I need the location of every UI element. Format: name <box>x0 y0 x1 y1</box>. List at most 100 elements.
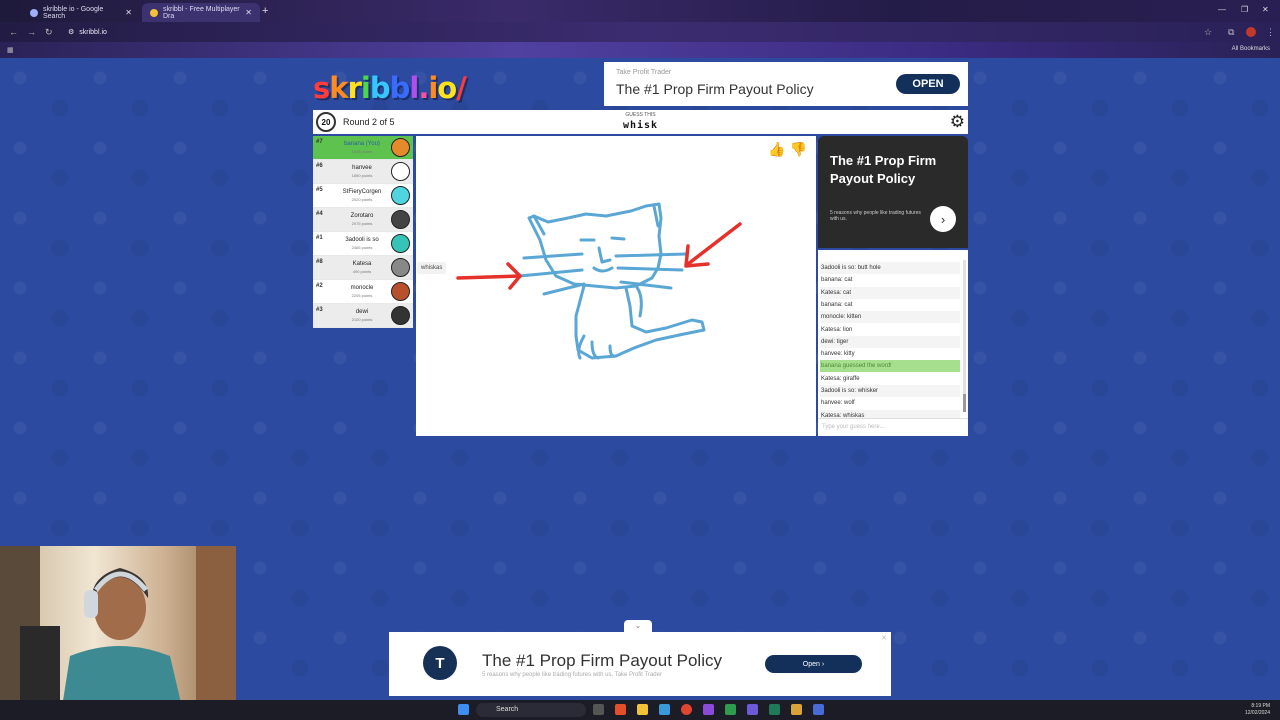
tab-skribbl[interactable]: skribbl - Free Multiplayer Dra ✕ <box>142 3 260 22</box>
player-points: 1650 points <box>351 173 373 178</box>
player-name: dewi <box>355 309 369 315</box>
player-avatar <box>391 162 410 181</box>
player-row[interactable]: #7 banana (You) 1635 points <box>313 136 413 160</box>
settings-gear-icon[interactable]: ⚙ <box>950 112 965 132</box>
bottom-ad-subtitle: 5 reasons why people like trading future… <box>482 672 662 678</box>
chat-scrollbar[interactable] <box>963 260 966 412</box>
player-name: StFieryCorgen <box>342 189 382 195</box>
forward-icon[interactable]: → <box>27 27 36 37</box>
close-window-icon[interactable]: ✕ <box>1262 5 1269 14</box>
player-points: 2020 points <box>351 197 373 202</box>
ad-headline: The #1 Prop Firm Payout Policy <box>616 81 814 97</box>
cat-drawing <box>456 202 742 360</box>
chat-input[interactable]: Type your guess here... <box>818 418 968 436</box>
url-field[interactable]: ⚙ skribbl.io <box>62 25 1202 39</box>
player-avatar <box>391 306 410 325</box>
skribbl-logo[interactable]: skribbl.io/ <box>313 71 467 105</box>
app-icon[interactable] <box>813 704 824 715</box>
site-info-icon[interactable]: ⚙ <box>68 28 74 36</box>
chat-message: banana: cat <box>821 277 853 284</box>
skribbl-icon <box>150 8 158 17</box>
side-advertisement[interactable]: The #1 Prop Firm Payout Policy 5 reasons… <box>818 136 968 248</box>
collapse-chevron-icon[interactable]: ⌄ <box>624 620 652 632</box>
player-row[interactable]: #5 StFieryCorgen 2020 points <box>313 184 413 208</box>
windows-start-icon[interactable] <box>458 704 469 715</box>
all-bookmarks[interactable]: All Bookmarks <box>1232 46 1270 52</box>
side-ad-title: The #1 Prop Firm Payout Policy <box>830 153 937 186</box>
player-row[interactable]: #6 hanvee 1650 points <box>313 160 413 184</box>
webcam-overlay <box>0 546 236 720</box>
chat-message: banana guessed the word! <box>820 360 960 373</box>
player-name: hanvee <box>352 165 372 171</box>
bottom-ad-open-button[interactable]: Open › <box>765 655 862 673</box>
chevron-right-icon[interactable]: › <box>930 206 956 232</box>
chat-message: dewi: tiger <box>820 335 960 348</box>
app-icon[interactable] <box>615 704 626 715</box>
google-icon <box>30 8 38 17</box>
chrome-icon[interactable] <box>681 704 692 715</box>
app-icon[interactable] <box>769 704 780 715</box>
player-rank: #3 <box>316 307 323 313</box>
player-avatar <box>391 234 410 253</box>
close-tab-icon[interactable]: ✕ <box>125 8 132 17</box>
minimize-icon[interactable]: — <box>1218 5 1226 14</box>
player-avatar <box>391 186 410 205</box>
player-row[interactable]: #3 dewi 2100 points <box>313 304 413 328</box>
system-clock[interactable]: 8:19 PM 12/02/2024 <box>1245 703 1270 717</box>
player-avatar <box>391 258 410 277</box>
chat-panel: 3adooli is so: butt hole banana: cat Kates… <box>818 250 968 422</box>
browser-tab-bar: skribble io - Google Search ✕ skribbl - F… <box>0 0 1280 22</box>
player-name: Zorotaro <box>350 213 374 219</box>
player-points: 2465 points <box>351 245 373 250</box>
chat-message: Katesa: cat <box>820 286 960 299</box>
scroll-thumb[interactable] <box>963 394 966 412</box>
task-view-icon[interactable] <box>593 704 604 715</box>
player-rank: #5 <box>316 187 323 193</box>
back-icon[interactable]: ← <box>9 27 18 37</box>
top-advertisement[interactable]: Take Profit Trader The #1 Prop Firm Payo… <box>604 62 968 106</box>
taskbar: Search 8:19 PM 12/02/2024 <box>0 700 1280 720</box>
player-row[interactable]: #8 Katesa 490 points <box>313 256 413 280</box>
player-rank: #8 <box>316 259 323 265</box>
chat-message: 3adooli is so: whisker <box>820 385 960 397</box>
ad-open-button[interactable]: OPEN <box>896 74 960 94</box>
reload-icon[interactable]: ↻ <box>45 27 53 38</box>
chat-message: banana: cat <box>821 301 853 308</box>
extensions-icon[interactable]: ⧉ <box>1228 27 1234 38</box>
chat-message: 3adooli is so: butt hole <box>820 262 960 274</box>
bookmark-star-icon[interactable]: ☆ <box>1204 27 1212 38</box>
player-name: monocle <box>350 285 374 291</box>
player-row[interactable]: #2 monocle 2205 points <box>313 280 413 304</box>
chat-message: hanvee: wolf <box>821 400 855 407</box>
player-rank: #4 <box>316 211 323 217</box>
player-points: 490 points <box>352 269 372 274</box>
app-icon[interactable] <box>747 704 758 715</box>
ad-close-icon[interactable]: ✕ <box>881 634 887 642</box>
bottom-advertisement[interactable]: ⌄ ✕ T The #1 Prop Firm Payout Policy 5 r… <box>389 620 891 696</box>
app-icon[interactable] <box>703 704 714 715</box>
close-tab-icon[interactable]: ✕ <box>245 8 252 17</box>
take-profit-logo: T <box>423 646 457 680</box>
new-tab-icon[interactable]: + <box>262 5 268 17</box>
player-row[interactable]: #1 3adooli is so 2465 points <box>313 232 413 256</box>
tab-google-search[interactable]: skribble io - Google Search ✕ <box>22 3 140 22</box>
profile-avatar[interactable] <box>1246 27 1256 37</box>
edge-icon[interactable] <box>659 704 670 715</box>
file-explorer-icon[interactable] <box>637 704 648 715</box>
drawing-canvas[interactable]: 👍 👎 <box>416 136 816 436</box>
player-avatar <box>391 210 410 229</box>
maximize-icon[interactable]: ❐ <box>1241 5 1248 14</box>
app-icon[interactable] <box>791 704 802 715</box>
player-points: 2205 points <box>351 293 373 298</box>
apps-icon[interactable]: ▦ <box>7 46 15 54</box>
player-rank: #6 <box>316 163 323 169</box>
excel-icon[interactable] <box>725 704 736 715</box>
taskbar-search[interactable]: Search <box>476 703 586 717</box>
chat-message: Katesa: lion <box>821 326 853 333</box>
player-points: 2075 points <box>351 221 373 226</box>
player-row[interactable]: #4 Zorotaro 2075 points <box>313 208 413 232</box>
guess-label: GUESS THIS <box>625 112 656 118</box>
menu-icon[interactable]: ⋮ <box>1266 27 1275 38</box>
bookmarks-bar: ▦ All Bookmarks <box>0 42 1280 58</box>
address-bar-row: ← → ↻ ⚙ skribbl.io ☆ ⧉ ⋮ <box>0 22 1280 42</box>
